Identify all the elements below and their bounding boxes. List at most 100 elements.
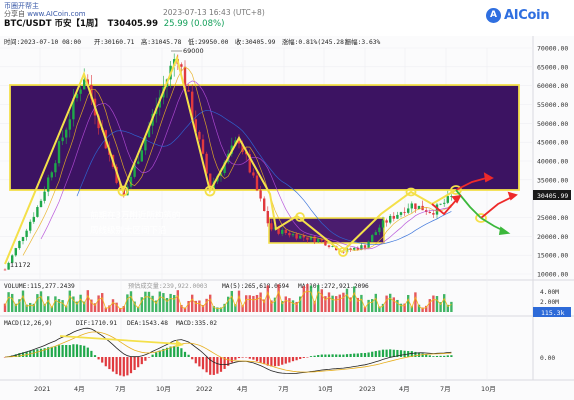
macd-bar — [338, 354, 341, 357]
volume-bar — [327, 292, 331, 312]
macd-bar — [317, 355, 320, 357]
candle-body — [39, 200, 43, 208]
macd-bar — [399, 350, 403, 357]
volume-bar — [129, 291, 133, 312]
macd-bar — [435, 355, 439, 357]
candle-body — [371, 235, 374, 242]
macd-bar — [183, 351, 187, 357]
volume-bar — [259, 292, 262, 312]
current-price-tag: 30405.99 — [537, 192, 568, 200]
volume-bar — [21, 290, 25, 312]
macd-bar — [245, 357, 248, 358]
time-tick: 2021 — [34, 385, 51, 393]
macd-bar — [83, 345, 86, 357]
volume-bar — [392, 297, 395, 312]
candle-body — [137, 161, 140, 164]
macd-bar — [234, 357, 237, 360]
candle-body — [353, 247, 356, 250]
candle-body — [259, 190, 262, 199]
volume-bar — [389, 293, 392, 312]
volume-bar — [61, 300, 64, 312]
time-tick: 10月 — [318, 385, 333, 393]
candle-body — [21, 237, 25, 241]
macd-bar — [378, 350, 381, 357]
volume-bar — [205, 298, 208, 312]
candle-body — [252, 172, 255, 176]
info-amp: 振幅:3.63% — [345, 37, 381, 46]
candle-body — [381, 220, 385, 228]
volume-bar — [284, 296, 287, 312]
info-open: 开:30160.71 — [94, 38, 135, 46]
aicoin-logo[interactable]: A AICoin — [486, 8, 550, 23]
macd-bar — [122, 357, 125, 377]
macd-bar — [363, 353, 367, 357]
macd-bar — [173, 345, 176, 357]
info-low: 低:29950.00 — [188, 37, 229, 46]
macd-bar — [111, 357, 115, 372]
candle-body — [414, 203, 417, 209]
macd-bar — [371, 351, 374, 357]
macd-bar — [263, 357, 266, 365]
candle-body — [3, 269, 7, 271]
volume-bar — [317, 284, 320, 312]
chart-area[interactable]: 时间:2023-07-10 08:00 开:30160.71 高:31045.7… — [0, 36, 574, 400]
price-tick: 20000.00 — [537, 233, 568, 241]
macd-bar — [155, 352, 158, 357]
candle-body — [327, 245, 331, 247]
symbol-title-row: BTC/USDT 币安【1周】 T30405.99 25.99 (0.08%) — [4, 19, 224, 30]
candle-body — [302, 235, 305, 238]
macd-bar — [180, 348, 183, 357]
macd-bar — [403, 350, 406, 357]
macd-bar — [306, 357, 309, 358]
candle-body — [201, 139, 205, 154]
price-tick: 35000.00 — [537, 176, 568, 184]
candle-body — [32, 216, 35, 222]
macd-bar — [446, 355, 449, 357]
community-link[interactable]: 币圈开帮主 — [4, 2, 39, 10]
current-price: T30405.99 — [107, 19, 159, 29]
candle-body — [378, 227, 381, 233]
candle-body — [83, 79, 86, 90]
candle-body — [374, 232, 377, 236]
volume-tick: 4.00M — [540, 289, 559, 296]
candle-body — [61, 137, 64, 142]
macd-bar — [176, 346, 179, 357]
share-row: 分享自 www.AICoin.com — [4, 10, 86, 19]
macd-bar — [313, 355, 316, 357]
price-chart[interactable]: 时间:2023-07-10 08:00 开:30160.71 高:31045.7… — [0, 36, 574, 400]
macd-bar — [79, 345, 82, 357]
macd-bar — [194, 357, 197, 364]
time-tick: 4月 — [237, 385, 248, 393]
macd-bar — [281, 357, 284, 365]
macd-bar — [342, 354, 345, 357]
volume-bar — [237, 290, 241, 312]
macd-bar — [302, 357, 305, 358]
macd-bar — [425, 354, 428, 357]
volume-bar — [353, 286, 356, 312]
candle-body — [270, 223, 273, 230]
time-tick: 7月 — [115, 385, 126, 393]
macd-bar — [201, 357, 205, 370]
macd-zero-tick: 0.00 — [540, 355, 555, 362]
aicoin-logo-text: AICoin — [504, 8, 550, 23]
macd-bar — [191, 357, 194, 360]
candle-body — [50, 172, 53, 178]
volume-bar — [162, 293, 165, 312]
time-tick: 10月 — [481, 385, 496, 393]
macd-bar — [187, 354, 190, 357]
volume-bar — [306, 284, 309, 312]
volume-bar — [101, 293, 104, 312]
macd-bar — [72, 344, 75, 357]
volume-tick: 2.00M — [540, 299, 559, 306]
volume-bar — [57, 299, 61, 312]
price-axis[interactable]: 70000.00 65000.00 60000.00 55000.00 50000.00… — [537, 45, 568, 279]
macd-bar — [115, 357, 118, 375]
macd-label: MACD(12,26,9) — [4, 320, 52, 327]
candle-body — [389, 215, 392, 223]
macd-bar — [137, 357, 140, 368]
time-tick: 2023 — [359, 385, 376, 393]
site-link[interactable]: www.AICoin.com — [27, 10, 85, 18]
time-tick: 4月 — [74, 385, 85, 393]
macd-bar — [237, 357, 241, 359]
volume-bar — [39, 291, 43, 312]
